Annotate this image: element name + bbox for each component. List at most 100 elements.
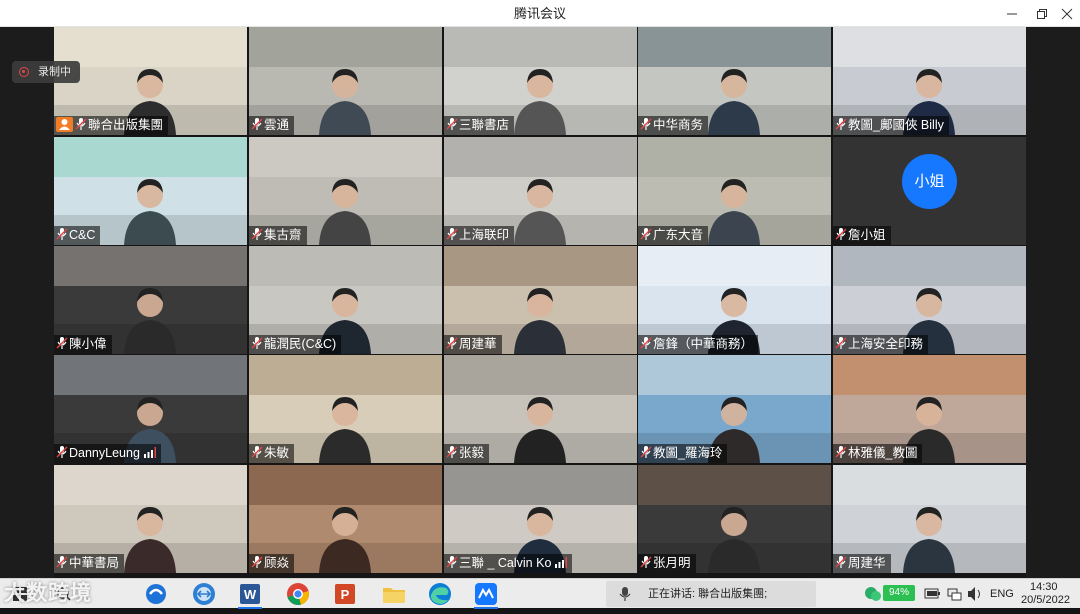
clock-date[interactable]: 20/5/2022 — [1021, 594, 1070, 606]
taskbar-teamviewer[interactable] — [186, 579, 222, 609]
recording-label: 录制中 — [38, 66, 71, 78]
participant-tile[interactable]: 陳小偉 — [54, 246, 247, 354]
microphone-icon — [251, 227, 263, 245]
microphone-icon — [835, 227, 847, 245]
minimize-button[interactable] — [997, 0, 1027, 27]
tencent-meeting-icon — [475, 583, 497, 605]
participant-tile[interactable]: 上海安全印務 — [833, 246, 1026, 354]
participant-label: 朱敏 — [249, 444, 295, 463]
participant-label: 詹鋒（中華商務） — [638, 335, 759, 354]
participant-name: 詹小姐 — [848, 228, 886, 242]
microphone-icon — [835, 336, 847, 354]
taskbar-word[interactable]: W — [232, 579, 268, 609]
participant-label: 广东大音 — [638, 226, 709, 245]
participant-tile[interactable]: 张月明 — [638, 465, 831, 573]
tray-network[interactable] — [946, 579, 964, 609]
microphone-icon — [251, 336, 263, 354]
participant-tile[interactable]: 集古齋 — [249, 137, 442, 245]
participant-tile[interactable]: 教圖_羅海玲 — [638, 355, 831, 463]
microphone-icon — [835, 117, 847, 135]
participant-tile[interactable]: 林雅儀_教圖 — [833, 355, 1026, 463]
close-button[interactable] — [1052, 0, 1080, 27]
participant-name: 上海安全印務 — [848, 337, 924, 351]
restore-icon — [1037, 9, 1047, 19]
taskbar-powerpoint[interactable]: P — [327, 579, 363, 609]
window-title: 腾讯会议 — [513, 6, 566, 21]
tray-battery[interactable] — [922, 579, 942, 609]
tray-volume[interactable] — [966, 579, 984, 609]
clock-time[interactable]: 14:30 — [1030, 581, 1058, 593]
taskbar-edge[interactable] — [422, 579, 458, 609]
taskbar-file-explorer[interactable] — [376, 579, 412, 609]
microphone-icon — [640, 445, 652, 463]
participant-name: 广东大音 — [653, 228, 704, 242]
participant-label: 顾焱 — [249, 554, 295, 573]
participant-tile[interactable]: DannyLeung — [54, 355, 247, 463]
participant-tile[interactable]: C&C — [54, 137, 247, 245]
taskbar-chrome[interactable] — [280, 579, 316, 609]
participant-tile[interactable]: 雲通 — [249, 27, 442, 135]
signal-icon — [143, 445, 156, 463]
participant-label: 林雅儀_教圖 — [833, 444, 923, 463]
participant-name: 集古齋 — [264, 228, 302, 242]
participant-tile[interactable]: 詹鋒（中華商務） — [638, 246, 831, 354]
participant-tile[interactable]: 张毅 — [444, 355, 637, 463]
participant-name: C&C — [69, 228, 96, 242]
participant-tile[interactable]: 顾焱 — [249, 465, 442, 573]
microphone-icon — [446, 117, 458, 135]
tray-wechat[interactable] — [862, 579, 884, 609]
participant-tile[interactable]: 中华商务 — [638, 27, 831, 135]
participant-label: 张毅 — [444, 444, 490, 463]
taskbar-tencent-meeting[interactable] — [468, 579, 504, 609]
video-stage: 录制中 聯合出版集團 雲通 三聯書店 中华商务 教圖_鄺國俠 Billy C&C 集古齋 上海… — [0, 27, 1080, 578]
participant-tile[interactable]: 中華書局 — [54, 465, 247, 573]
participant-name: 周建华 — [848, 556, 886, 570]
participant-tile[interactable]: 上海联印 — [444, 137, 637, 245]
participant-tile[interactable]: 周建華 — [444, 246, 637, 354]
participant-tile[interactable]: 教圖_鄺國俠 Billy — [833, 27, 1026, 135]
left-gutter — [0, 27, 54, 578]
participant-tile[interactable]: 周建华 — [833, 465, 1026, 573]
participant-tile[interactable]: 三聯書店 — [444, 27, 637, 135]
microphone-icon — [835, 445, 847, 463]
participant-name: 朱敏 — [264, 446, 290, 460]
recording-indicator[interactable]: 录制中 — [12, 61, 80, 83]
participant-name: 龍潤民(C&C) — [264, 337, 337, 351]
participant-label: 上海安全印務 — [833, 335, 929, 354]
microphone-icon — [446, 555, 458, 573]
minimize-icon — [1007, 13, 1017, 15]
speaking-label: 正在讲话: 聯合出版集團; — [648, 588, 768, 600]
participant-tile[interactable]: 三聯 _ Calvin Ko — [444, 465, 637, 573]
participant-label: C&C — [54, 226, 101, 245]
participant-tile[interactable]: 朱敏 — [249, 355, 442, 463]
taskbar-edge-legacy[interactable] — [138, 579, 174, 609]
participant-name: 教圖_鄺國俠 Billy — [848, 118, 944, 132]
battery-icon — [924, 588, 940, 599]
close-icon — [1061, 8, 1073, 20]
input-language[interactable]: ENG — [990, 588, 1014, 600]
participant-label: 中華書局 — [54, 554, 125, 573]
microphone-icon — [56, 555, 68, 573]
participant-tile[interactable]: 小姐 詹小姐 — [833, 137, 1026, 245]
microphone-icon — [835, 555, 847, 573]
participant-label: 教圖_羅海玲 — [638, 444, 728, 463]
participant-label: 集古齋 — [249, 226, 307, 245]
speaking-indicator: 正在讲话: 聯合出版集團; — [606, 581, 816, 607]
participant-tile[interactable]: 龍潤民(C&C) — [249, 246, 442, 354]
chrome-icon — [287, 583, 309, 605]
microphone-icon — [251, 555, 263, 573]
participant-name: DannyLeung — [69, 446, 140, 460]
microphone-icon — [56, 227, 68, 245]
microphone-icon — [619, 587, 631, 601]
participant-name: 中华商务 — [653, 118, 704, 132]
participant-tile[interactable]: 广东大音 — [638, 137, 831, 245]
participant-label: 中华商务 — [638, 116, 709, 135]
participant-name: 聯合出版集團 — [88, 118, 164, 132]
participant-label: DannyLeung — [54, 444, 161, 463]
participant-label: 周建华 — [833, 554, 891, 573]
participant-label: 陳小偉 — [54, 335, 112, 354]
title-bar: 腾讯会议 — [0, 0, 1080, 27]
participant-tile[interactable]: 聯合出版集團 — [54, 27, 247, 135]
microphone-icon — [446, 445, 458, 463]
battery-badge[interactable]: 94% — [883, 585, 915, 601]
